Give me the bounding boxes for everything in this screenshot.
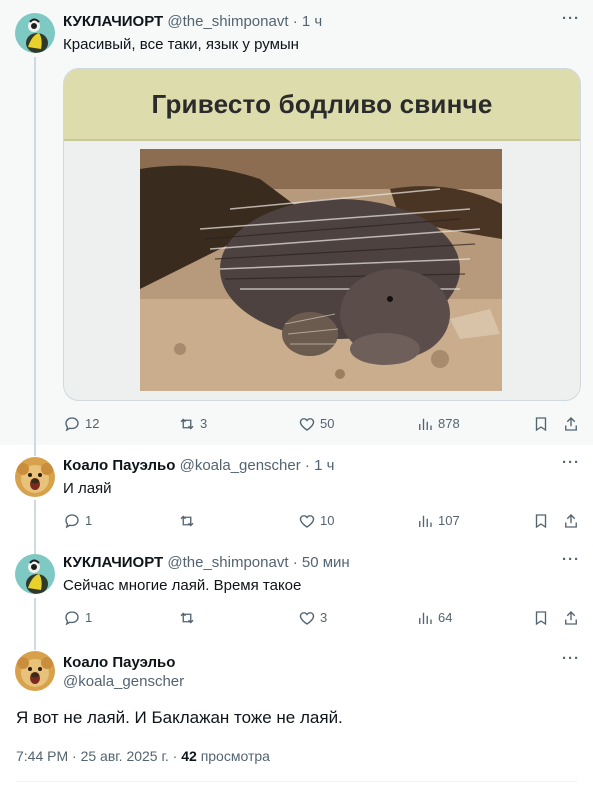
main-tweet-text: Я вот не лаяй. И Баклажан тоже не лаяй. (16, 708, 343, 727)
tweet-time[interactable]: 1 ч (314, 457, 334, 474)
thread-line (34, 640, 36, 650)
views-button[interactable]: 64 (416, 608, 452, 628)
heart-icon (299, 515, 315, 528)
tweet-meta: 7:44 PM · 25 авг. 2025 г. · 42 просмотра (16, 746, 270, 766)
views-count: 42 (181, 748, 197, 764)
reply-button[interactable]: 12 (63, 414, 99, 434)
reply-bubble-icon (65, 417, 79, 432)
bookmark-button[interactable] (532, 511, 554, 531)
media-card[interactable]: Гривесто бодливо свинче (63, 68, 581, 401)
reply-button[interactable]: 1 (63, 608, 92, 628)
repost-count: 3 (200, 416, 208, 431)
repost-button[interactable]: 3 (178, 414, 207, 434)
share-upload-icon (565, 417, 577, 431)
bookmark-button[interactable] (532, 414, 554, 434)
author-handle[interactable]: @koala_genscher (63, 672, 184, 692)
bookmark-icon (535, 611, 547, 626)
divider (16, 781, 577, 782)
tweet-actions: 1 3 64 (63, 608, 581, 628)
bookmark-icon (535, 514, 547, 529)
like-count: 10 (320, 513, 335, 528)
heart-icon (299, 612, 315, 625)
reply-bubble-icon (65, 611, 79, 626)
tweet-text: Сейчас многие лаяй. Время такое (63, 577, 302, 594)
thread-line (34, 57, 36, 445)
like-button[interactable]: 50 (298, 414, 334, 434)
bar-chart-icon (419, 515, 432, 527)
views-count: 878 (438, 416, 460, 431)
repost-button[interactable] (178, 608, 200, 628)
like-count: 50 (320, 416, 335, 431)
tweet-3[interactable]: КУКЛАЧИОРТ @the_shimponavt · 50 мин ··· … (0, 543, 593, 640)
views-label: просмотра (200, 748, 270, 764)
avatar-kuklachiort[interactable] (15, 13, 55, 53)
tweet-actions: 1 10 107 (63, 511, 581, 531)
tweet-text: И лаяй (63, 480, 112, 497)
author-handle[interactable]: @the_shimponavt (167, 13, 288, 30)
card-title: Гривесто бодливо свинче (151, 89, 493, 119)
repost-arrows-icon (180, 515, 194, 527)
views-count: 107 (438, 513, 460, 528)
thread-line (34, 598, 36, 640)
share-upload-icon (565, 514, 577, 528)
bar-chart-icon (419, 418, 432, 430)
bookmark-button[interactable] (532, 608, 554, 628)
views-button[interactable]: 878 (416, 414, 460, 434)
more-dots-icon[interactable]: ··· (561, 552, 581, 573)
bar-chart-icon (419, 612, 432, 624)
avatar-kuklachiort[interactable] (15, 554, 55, 594)
like-button[interactable]: 3 (298, 608, 327, 628)
thread-line (34, 500, 36, 543)
share-upload-icon (565, 611, 577, 625)
tweet-text: Красивый, все таки, язык у румын (63, 36, 299, 53)
avatar-koala[interactable] (15, 651, 55, 691)
author-handle[interactable]: @koala_genscher (180, 457, 301, 474)
repost-button[interactable] (178, 511, 200, 531)
porcupine-photo (140, 149, 502, 391)
heart-icon (299, 418, 315, 431)
like-count: 3 (320, 610, 328, 625)
like-button[interactable]: 10 (298, 511, 334, 531)
reply-count: 12 (85, 416, 100, 431)
thread-line (34, 445, 36, 456)
tweet-header: КУКЛАЧИОРТ @the_shimponavt · 50 мин (63, 553, 350, 573)
reply-button[interactable]: 1 (63, 511, 92, 531)
reply-count: 1 (85, 513, 93, 528)
reply-count: 1 (85, 610, 93, 625)
share-button[interactable] (562, 608, 584, 628)
more-dots-icon[interactable]: ··· (561, 11, 581, 32)
tweet-time[interactable]: 50 мин (302, 554, 350, 571)
views-count: 64 (438, 610, 453, 625)
tweet-header: КУКЛАЧИОРТ @the_shimponavt · 1 ч (63, 12, 322, 32)
tweet-2[interactable]: Коало Пауэльо @koala_genscher · 1 ч ··· … (0, 445, 593, 543)
reply-bubble-icon (65, 514, 79, 529)
tweet-timestamp[interactable]: 7:44 PM · 25 авг. 2025 г. · (16, 748, 177, 764)
tweet-actions: 12 3 50 878 (63, 414, 581, 434)
author-handle[interactable]: @the_shimponavt (167, 554, 288, 571)
tweet-1[interactable]: КУКЛАЧИОРТ @the_shimponavt · 1 ч ··· Кра… (0, 0, 593, 445)
separator-dot: · (292, 13, 298, 30)
bookmark-icon (535, 417, 547, 432)
repost-arrows-icon (180, 418, 194, 430)
separator-dot: · (304, 457, 310, 474)
tweet-header: Коало Пауэльо @koala_genscher · 1 ч (63, 456, 334, 476)
author-name[interactable]: КУКЛАЧИОРТ (63, 554, 163, 571)
thread-line (34, 543, 36, 554)
author-name[interactable]: КУКЛАЧИОРТ (63, 13, 163, 30)
avatar-koala[interactable] (15, 457, 55, 497)
more-dots-icon[interactable]: ··· (561, 455, 581, 476)
repost-arrows-icon (180, 612, 194, 624)
author-name[interactable]: Коало Пауэльо (63, 457, 175, 474)
share-button[interactable] (562, 511, 584, 531)
views-button[interactable]: 107 (416, 511, 460, 531)
separator-dot: · (292, 554, 298, 571)
more-dots-icon[interactable]: ··· (561, 651, 581, 672)
share-button[interactable] (562, 414, 584, 434)
card-banner: Гривесто бодливо свинче (64, 69, 580, 141)
author-name[interactable]: Коало Пауэльо (63, 653, 175, 673)
tweet-time[interactable]: 1 ч (302, 13, 322, 30)
